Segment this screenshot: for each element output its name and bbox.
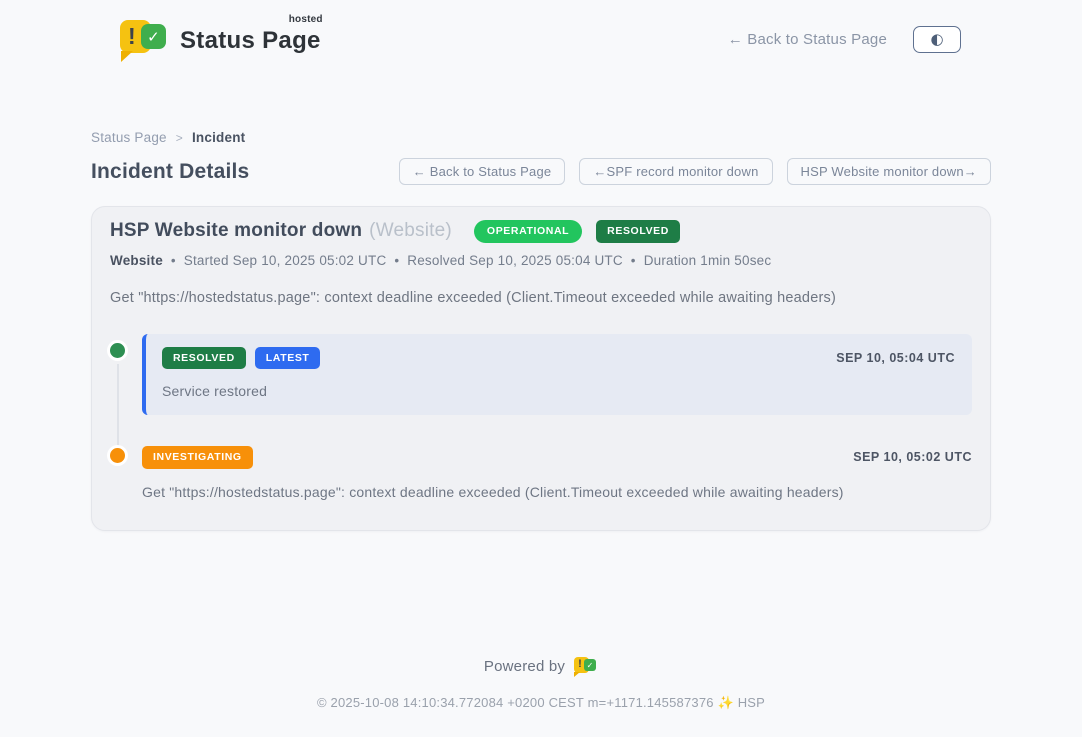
timeline-message: Service restored bbox=[162, 383, 955, 399]
status-page-logo-icon: ! ✓ bbox=[120, 17, 168, 61]
incident-card: HSP Website monitor down (Website) OPERA… bbox=[91, 206, 991, 531]
resolved-badge: RESOLVED bbox=[162, 347, 246, 370]
title-row: Incident Details ← Back to Status Page ←… bbox=[91, 158, 991, 185]
back-to-status-page-button[interactable]: ← Back to Status Page bbox=[399, 158, 566, 185]
green-dot-icon bbox=[110, 343, 125, 358]
meta-separator: • bbox=[171, 253, 176, 268]
exclamation-icon: ! bbox=[578, 658, 582, 670]
timeline-connector-line bbox=[117, 364, 119, 450]
timeline-timestamp: SEP 10, 05:04 UTC bbox=[836, 351, 955, 365]
meta-separator: • bbox=[394, 253, 399, 268]
prev-incident-button[interactable]: ←SPF record monitor down bbox=[579, 158, 772, 185]
logo-superscript: hosted bbox=[289, 14, 323, 25]
timeline-timestamp: SEP 10, 05:02 UTC bbox=[853, 450, 972, 464]
meta-duration: Duration 1min 50sec bbox=[644, 253, 772, 268]
check-icon: ✓ bbox=[141, 24, 166, 49]
powered-by-label: Powered by bbox=[484, 658, 565, 675]
breadcrumb-separator: > bbox=[176, 131, 183, 145]
incident-title: HSP Website monitor down bbox=[110, 220, 362, 242]
incident-component: (Website) bbox=[369, 220, 452, 242]
breadcrumb-status-page[interactable]: Status Page bbox=[91, 130, 167, 145]
check-icon: ✓ bbox=[584, 659, 596, 671]
header: ! ✓ hosted Status Page ← Back to Status … bbox=[0, 0, 1082, 78]
exclamation-icon: ! bbox=[128, 23, 136, 50]
next-incident-button[interactable]: HSP Website monitor down→ bbox=[787, 158, 991, 185]
brand-name: Status Page bbox=[180, 27, 321, 54]
incident-meta: Website • Started Sep 10, 2025 05:02 UTC… bbox=[110, 253, 972, 268]
page-title: Incident Details bbox=[91, 160, 249, 184]
timeline-highlight-card: RESOLVED LATEST SEP 10, 05:04 UTC Servic… bbox=[142, 334, 972, 416]
investigating-badge: INVESTIGATING bbox=[142, 446, 253, 469]
logo-text: hosted Status Page bbox=[180, 17, 321, 55]
timeline-entry-resolved: RESOLVED LATEST SEP 10, 05:04 UTC Servic… bbox=[110, 334, 972, 416]
powered-by: Powered by ! ✓ bbox=[484, 655, 598, 677]
status-page-mini-logo-icon[interactable]: ! ✓ bbox=[574, 655, 598, 677]
timeline-entry-investigating: INVESTIGATING SEP 10, 05:02 UTC Get "htt… bbox=[110, 445, 972, 500]
operational-badge: OPERATIONAL bbox=[474, 220, 582, 243]
timeline-marker bbox=[110, 445, 124, 500]
resolved-status-badge: RESOLVED bbox=[596, 220, 680, 243]
logo[interactable]: ! ✓ hosted Status Page bbox=[120, 17, 321, 61]
footer: Powered by ! ✓ © 2025-10-08 14:10:34.772… bbox=[0, 655, 1082, 737]
latest-badge: LATEST bbox=[255, 347, 321, 370]
meta-started: Started Sep 10, 2025 05:02 UTC bbox=[184, 253, 387, 268]
breadcrumb-incident: Incident bbox=[192, 130, 245, 145]
timeline-entry-header: INVESTIGATING SEP 10, 05:02 UTC bbox=[142, 446, 972, 469]
incident-timeline: RESOLVED LATEST SEP 10, 05:04 UTC Servic… bbox=[110, 334, 972, 500]
meta-resolved: Resolved Sep 10, 2025 05:04 UTC bbox=[407, 253, 623, 268]
meta-component: Website bbox=[110, 253, 163, 268]
dark-mode-icon: ◐ bbox=[930, 32, 943, 47]
header-right: ← Back to Status Page ◐ bbox=[728, 26, 961, 53]
main-content: Status Page > Incident Incident Details … bbox=[91, 78, 991, 531]
orange-dot-icon bbox=[110, 448, 125, 463]
incident-description: Get "https://hostedstatus.page": context… bbox=[110, 290, 972, 306]
incident-nav-buttons: ← Back to Status Page ←SPF record monito… bbox=[399, 158, 991, 185]
meta-separator: • bbox=[631, 253, 636, 268]
breadcrumb: Status Page > Incident bbox=[91, 130, 991, 145]
copyright-text: © 2025-10-08 14:10:34.772084 +0200 CEST … bbox=[0, 695, 1082, 711]
back-to-status-page-link[interactable]: ← Back to Status Page bbox=[728, 31, 887, 48]
timeline-message: Get "https://hostedstatus.page": context… bbox=[142, 484, 972, 500]
timeline-marker bbox=[110, 334, 124, 416]
theme-toggle-button[interactable]: ◐ bbox=[913, 26, 961, 53]
timeline-entry-header: RESOLVED LATEST SEP 10, 05:04 UTC bbox=[162, 347, 955, 370]
timeline-plain-entry: INVESTIGATING SEP 10, 05:02 UTC Get "htt… bbox=[142, 445, 972, 500]
incident-title-row: HSP Website monitor down (Website) OPERA… bbox=[110, 220, 972, 243]
